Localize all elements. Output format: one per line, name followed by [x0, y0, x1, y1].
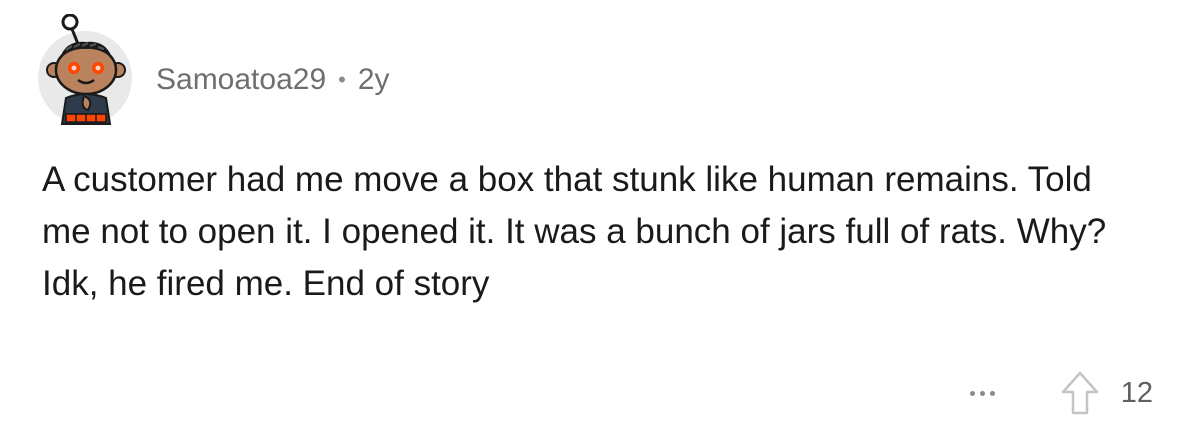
snoo-avatar-icon — [38, 14, 132, 125]
more-options-icon — [969, 390, 995, 396]
upvote-arrow-icon — [1061, 371, 1098, 415]
comment-age: 2y — [357, 63, 390, 96]
username-link[interactable]: Samoatoa29 — [156, 63, 326, 97]
vote-score: 12 — [1120, 376, 1153, 409]
meta-separator: • — [338, 67, 346, 92]
upvote-button[interactable] — [1057, 368, 1103, 418]
more-options-button[interactable] — [964, 383, 1001, 404]
comment-meta: Samoatoa29 • 2y — [156, 58, 390, 102]
user-avatar[interactable] — [36, 14, 134, 126]
comment-card: Samoatoa29 • 2y A customer had me move a… — [0, 0, 1179, 435]
comment-actions: 12 — [964, 364, 1153, 422]
comment-body: A customer had me move a box that stunk … — [42, 160, 1107, 303]
